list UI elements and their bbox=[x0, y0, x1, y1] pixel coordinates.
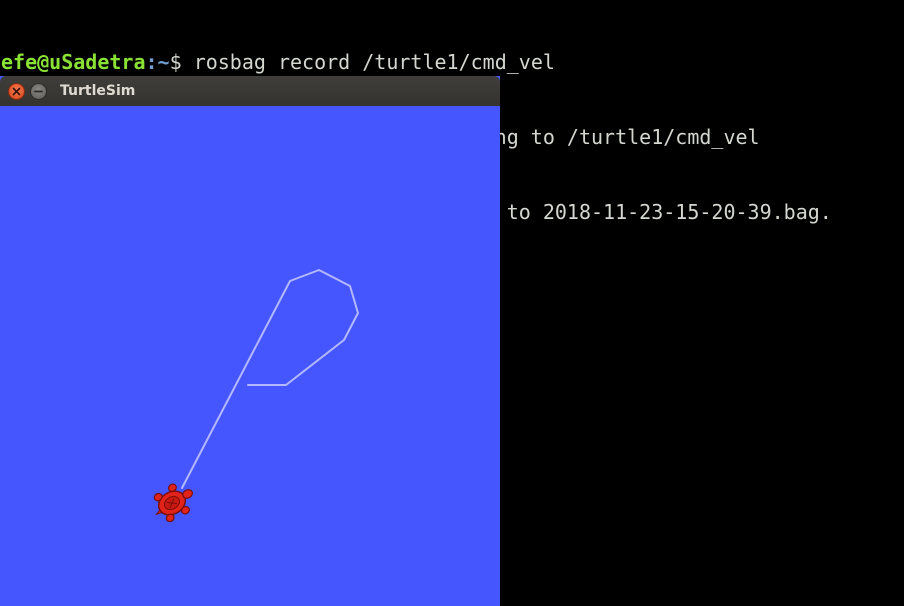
turtle-trail bbox=[181, 269, 359, 489]
minimize-button[interactable] bbox=[30, 83, 47, 100]
turtle-icon bbox=[153, 483, 193, 523]
terminal-command: rosbag record /turtle1/cmd_vel bbox=[193, 50, 555, 74]
window-titlebar[interactable]: TurtleSim bbox=[0, 76, 500, 106]
prompt-user: efe@uSadetra bbox=[1, 50, 146, 74]
close-icon bbox=[12, 87, 21, 96]
window-title: TurtleSim bbox=[60, 83, 136, 99]
turtle-drawing bbox=[153, 269, 359, 523]
prompt-symbol: $ bbox=[169, 50, 194, 74]
desktop-screen: efe@uSadetra:~$ rosbag record /turtle1/c… bbox=[0, 0, 904, 606]
minimize-icon bbox=[34, 90, 43, 93]
prompt-path: :~ bbox=[145, 50, 170, 74]
turtle-canvas bbox=[0, 106, 500, 606]
close-button[interactable] bbox=[8, 83, 25, 100]
terminal-command-line: efe@uSadetra:~$ rosbag record /turtle1/c… bbox=[0, 50, 904, 75]
turtlesim-window: TurtleSim bbox=[0, 76, 500, 606]
